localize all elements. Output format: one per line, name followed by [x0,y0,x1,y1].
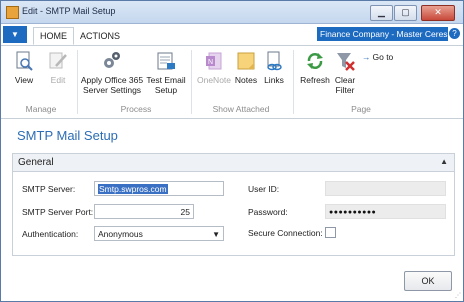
user-id-label: User ID: [248,184,280,194]
ribbon: View Edit Manage Apply Office 365 Server… [1,46,463,119]
arrow-right-icon: → [362,52,371,62]
smtp-server-label: SMTP Server: [22,184,76,194]
clear-filter-label-line1: Clear [334,75,356,85]
general-fasttab: General ▲ SMTP Server: Smtp.swpros.com S… [12,153,455,256]
minimize-button[interactable]: ▁ [370,5,393,21]
refresh-button[interactable]: Refresh [298,50,332,85]
go-to-button[interactable]: → Go to [362,52,393,62]
password-input[interactable]: ●●●●●●●●●● [325,204,446,219]
test-email-icon [157,52,175,70]
chevron-down-icon: ▼ [212,230,220,239]
authentication-value: Anonymous [98,229,143,239]
password-label: Password: [248,207,288,217]
user-id-input[interactable] [325,181,446,196]
notes-button[interactable]: Notes [234,50,258,85]
authentication-label: Authentication: [22,229,79,239]
go-to-label: Go to [372,52,394,62]
general-fasttab-header[interactable]: General ▲ [13,154,454,172]
smtp-server-input[interactable]: Smtp.swpros.com [94,181,224,196]
test-email-label-line1: Test Email [146,75,186,85]
app-icon [6,6,19,19]
smtp-server-value: Smtp.swpros.com [98,184,168,194]
group-label-process: Process [120,104,152,114]
smtp-server-port-label: SMTP Server Port: [22,207,94,217]
ribbon-separator [293,50,294,114]
group-label-show-attached: Show Attached [212,104,270,114]
group-label-page: Page [351,104,371,114]
onenote-label: OneNote [196,75,232,85]
refresh-icon [307,53,323,69]
edit-button: Edit [45,50,71,85]
test-email-setup-button[interactable]: Test Email Setup [146,50,186,95]
view-icon [16,51,33,71]
ribbon-tab-row: ▼ HOME ACTIONS Finance Company - Master … [1,24,463,46]
resize-grip-icon[interactable]: ⋰ [455,292,461,299]
page-title: SMTP Mail Setup [17,128,118,143]
ribbon-separator [77,50,78,114]
notes-label: Notes [234,75,258,85]
apply-settings-label-line1: Apply Office 365 [80,75,144,85]
smtp-server-port-input[interactable]: 25 [94,204,194,219]
secure-connection-label: Secure Connection: [248,228,323,238]
tab-home[interactable]: HOME [33,27,74,45]
general-fasttab-title: General [18,157,54,168]
ok-button[interactable]: OK [404,271,452,291]
collapse-icon[interactable]: ▲ [440,157,448,166]
maximize-button[interactable]: ▢ [394,5,417,21]
links-label: Links [264,75,284,85]
clear-filter-label-line2: Filter [335,85,355,95]
title-bar[interactable]: Edit - SMTP Mail Setup ▁ ▢ ✕ [1,1,463,24]
view-button-label: View [14,75,34,85]
view-button[interactable]: View [11,50,37,85]
smtp-mail-setup-window: Edit - SMTP Mail Setup ▁ ▢ ✕ ▼ HOME ACTI… [0,0,464,302]
refresh-label: Refresh [300,75,330,85]
edit-button-label: Edit [50,75,66,85]
edit-icon [49,52,67,69]
tab-actions[interactable]: ACTIONS [74,28,126,44]
help-icon[interactable]: ? [449,28,460,39]
secure-connection-checkbox[interactable] [325,227,336,238]
onenote-icon: N [206,52,222,70]
authentication-dropdown[interactable]: Anonymous ▼ [94,226,224,241]
ribbon-separator [191,50,192,114]
group-label-manage: Manage [25,104,57,114]
test-email-label-line2: Setup [154,85,178,95]
window-title: Edit - SMTP Mail Setup [22,6,116,16]
links-button[interactable]: Links [263,50,285,85]
close-button[interactable]: ✕ [421,5,455,21]
apply-settings-label-line2: Server Settings [82,85,142,95]
clear-filter-icon [337,53,355,71]
apply-office365-settings-button[interactable]: Apply Office 365 Server Settings [80,50,144,95]
onenote-button: N OneNote [196,50,232,85]
svg-text:N: N [208,59,213,66]
links-icon [267,51,282,71]
clear-filter-button[interactable]: Clear Filter [332,50,358,95]
notes-icon [237,52,255,70]
application-menu-button[interactable]: ▼ [3,26,27,43]
company-selector[interactable]: Finance Company - Master Ceres... [317,27,448,41]
gears-icon [104,52,120,68]
